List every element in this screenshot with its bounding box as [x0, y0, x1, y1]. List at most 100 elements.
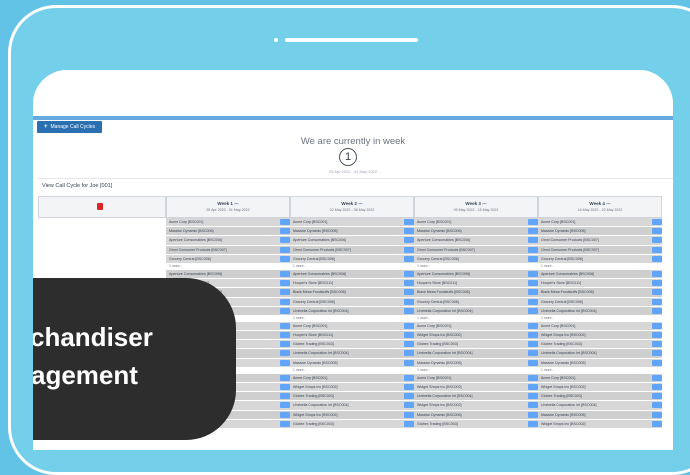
visit-badge[interactable]	[528, 384, 538, 390]
customer-cell[interactable]: Acme Corp [BSC001]	[414, 373, 538, 383]
customer-cell[interactable]: Grocery Central [BSC006]	[414, 254, 538, 264]
visit-badge[interactable]	[280, 420, 290, 427]
visit-badge[interactable]	[652, 237, 662, 244]
customer-cell[interactable]: Massive Dynamic [BSC005]	[166, 227, 290, 237]
manage-call-cycles-button[interactable]: + Manage Call Cycles	[37, 121, 102, 133]
visit-badge[interactable]	[280, 332, 290, 339]
visit-badge[interactable]	[404, 402, 414, 409]
visit-badge[interactable]	[652, 246, 662, 253]
customer-cell[interactable]: Acme Corp [BSC001]	[414, 321, 538, 332]
customer-cell[interactable]: Grocery Central [BSC006]	[538, 254, 662, 264]
visit-badge[interactable]	[404, 350, 414, 357]
visit-badge[interactable]	[652, 420, 662, 427]
customer-cell[interactable]: Massive Dynamic [BSC005]	[414, 410, 538, 420]
visit-badge[interactable]	[528, 393, 538, 400]
customer-cell[interactable]: Widget Shops Inc [BSC002]	[538, 331, 662, 341]
customer-cell[interactable]: Black Mesa Foodstuffs [BSC008]	[290, 288, 414, 298]
visit-badge[interactable]	[280, 280, 290, 287]
visit-badge[interactable]	[528, 280, 538, 287]
visit-badge[interactable]	[652, 289, 662, 296]
customer-cell[interactable]: Globex Trading [BSC003]	[290, 392, 414, 402]
visit-badge[interactable]	[280, 255, 290, 262]
customer-cell[interactable]: Aperture Consumables [BSC006]	[414, 269, 538, 280]
visit-badge[interactable]	[404, 255, 414, 262]
visit-badge[interactable]	[404, 270, 414, 277]
visit-badge[interactable]	[528, 374, 538, 381]
visit-badge[interactable]	[280, 393, 290, 400]
customer-cell[interactable]: Aperture Consumables [BSC006]	[414, 236, 538, 246]
visit-badge[interactable]	[528, 298, 538, 305]
customer-cell[interactable]: Omni Consumer Products [BSC007]	[538, 236, 662, 246]
visit-badge[interactable]	[404, 384, 414, 390]
customer-cell[interactable]: Hooper's Store [BSC011]	[290, 331, 414, 341]
customer-cell[interactable]: Widget Shops Inc [BSC002]	[414, 331, 538, 341]
customer-cell[interactable]: Black Mesa Foodstuffs [BSC008]	[414, 288, 538, 298]
visit-badge[interactable]	[280, 289, 290, 296]
visit-badge[interactable]	[404, 307, 414, 314]
customer-cell[interactable]: Massive Dynamic [BSC005]	[290, 358, 414, 368]
visit-badge[interactable]	[528, 228, 538, 235]
customer-cell[interactable]: Omni Consumer Products [BSC007]	[538, 245, 662, 255]
visit-badge[interactable]	[528, 219, 538, 225]
visit-badge[interactable]	[280, 237, 290, 244]
customer-cell[interactable]: Massive Dynamic [BSC005]	[538, 358, 662, 368]
visit-badge[interactable]	[404, 219, 414, 225]
customer-cell[interactable]: Umbrella Corporation Int [BSC004]	[290, 349, 414, 359]
visit-badge[interactable]	[404, 332, 414, 339]
customer-cell[interactable]: Black Mesa Foodstuffs [BSC008]	[538, 288, 662, 298]
customer-cell[interactable]: Widget Shops Inc [BSC002]	[538, 419, 662, 429]
customer-cell[interactable]: Umbrella Corporation Int [BSC004]	[290, 401, 414, 411]
customer-cell[interactable]: Globex Trading [BSC003]	[290, 419, 414, 429]
visit-badge[interactable]	[404, 237, 414, 244]
visit-badge[interactable]	[280, 322, 290, 329]
visit-badge[interactable]	[280, 374, 290, 381]
visit-badge[interactable]	[404, 322, 414, 329]
visit-badge[interactable]	[652, 307, 662, 314]
visit-badge[interactable]	[528, 322, 538, 329]
visit-badge[interactable]	[652, 411, 662, 418]
visit-badge[interactable]	[404, 341, 414, 348]
customer-cell[interactable]: Widget Shops Inc [BSC002]	[290, 383, 414, 393]
customer-cell[interactable]: Aperture Consumables [BSC006]	[290, 236, 414, 246]
customer-cell[interactable]: Umbrella Corporation Int [BSC004]	[414, 306, 538, 316]
customer-cell[interactable]: Widget Shops Inc [BSC002]	[538, 383, 662, 393]
customer-cell[interactable]: Umbrella Corporation Int [BSC004]	[414, 349, 538, 359]
customer-cell[interactable]: Globex Trading [BSC003]	[290, 340, 414, 350]
visit-badge[interactable]	[528, 359, 538, 366]
customer-cell[interactable]: Globex Trading [BSC003]	[538, 340, 662, 350]
customer-cell[interactable]: Umbrella Corporation Int [BSC004]	[414, 392, 538, 402]
customer-cell[interactable]: Massive Dynamic [BSC005]	[414, 227, 538, 237]
visit-badge[interactable]	[528, 246, 538, 253]
customer-cell[interactable]: Umbrella Corporation Int [BSC004]	[538, 401, 662, 411]
visit-badge[interactable]	[652, 341, 662, 348]
customer-cell[interactable]: Acme Corp [BSC001]	[290, 218, 414, 228]
visit-badge[interactable]	[404, 289, 414, 296]
customer-cell[interactable]: Acme Corp [BSC001]	[538, 321, 662, 332]
customer-cell[interactable]: Grocery Central [BSC006]	[290, 297, 414, 307]
customer-cell[interactable]: Massive Dynamic [BSC005]	[414, 358, 538, 368]
customer-cell[interactable]: Acme Corp [BSC001]	[290, 321, 414, 332]
visit-badge[interactable]	[404, 411, 414, 418]
customer-cell[interactable]: Acme Corp [BSC001]	[414, 218, 538, 228]
trash-icon[interactable]	[97, 203, 103, 210]
visit-badge[interactable]	[280, 384, 290, 390]
visit-badge[interactable]	[652, 280, 662, 287]
customer-cell[interactable]: Aperture Consumables [BSC006]	[538, 269, 662, 280]
visit-badge[interactable]	[280, 402, 290, 409]
visit-badge[interactable]	[280, 246, 290, 253]
visit-badge[interactable]	[280, 341, 290, 348]
visit-badge[interactable]	[652, 298, 662, 305]
customer-cell[interactable]: Aperture Consumables [BSC006]	[290, 269, 414, 280]
customer-cell[interactable]: Massive Dynamic [BSC005]	[538, 410, 662, 420]
customer-cell[interactable]: Widget Shops Inc [BSC002]	[414, 383, 538, 393]
customer-cell[interactable]: Globex Trading [BSC003]	[414, 340, 538, 350]
visit-badge[interactable]	[280, 228, 290, 235]
customer-cell[interactable]: Acme Corp [BSC001]	[166, 218, 290, 228]
visit-badge[interactable]	[528, 402, 538, 409]
visit-badge[interactable]	[652, 359, 662, 366]
visit-badge[interactable]	[528, 289, 538, 296]
visit-badge[interactable]	[280, 270, 290, 277]
visit-badge[interactable]	[280, 359, 290, 366]
visit-badge[interactable]	[280, 307, 290, 314]
visit-badge[interactable]	[652, 350, 662, 357]
